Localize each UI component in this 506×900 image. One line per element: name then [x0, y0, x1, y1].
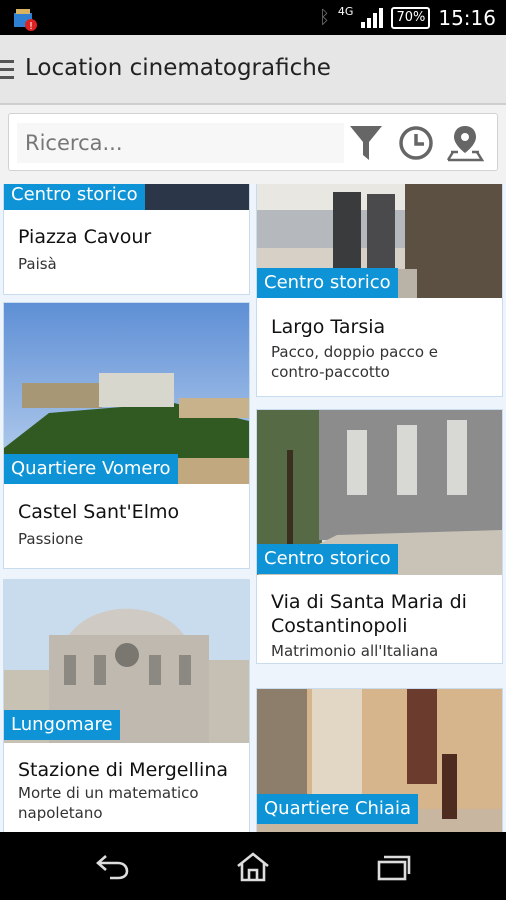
category-badge: Centro storico — [257, 544, 398, 574]
svg-text:!: ! — [29, 21, 33, 31]
action-bar: Location cinematografiche — [0, 35, 506, 105]
location-title: Via di Santa Maria di Costantinopoli — [271, 591, 467, 637]
film-title: Matrimonio all'Italiana — [271, 642, 439, 660]
recent-apps-icon[interactable] — [375, 852, 411, 882]
category-badge: Quartiere Vomero — [4, 454, 178, 484]
status-clock: 15:16 — [438, 5, 496, 30]
location-card[interactable]: Quartiere Vomero Castel Sant'Elmo Passio… — [4, 303, 249, 568]
location-card[interactable]: Quartiere Chiaia — [257, 689, 502, 832]
location-card[interactable]: Lungomare Stazione di Mergellina Morte d… — [4, 580, 249, 832]
location-feed[interactable]: Centro storico Piazza Cavour Paisà Quart… — [0, 184, 506, 832]
location-card[interactable]: Centro storico Piazza Cavour Paisà — [4, 184, 249, 294]
location-title: Largo Tarsia — [271, 316, 386, 338]
location-title: Piazza Cavour — [18, 226, 152, 248]
filter-funnel-icon[interactable] — [347, 124, 385, 162]
app-notification-icon: ! — [14, 9, 37, 31]
category-badge: Lungomare — [4, 710, 120, 740]
hamburger-icon[interactable] — [0, 60, 14, 80]
category-badge: Centro storico — [4, 184, 145, 210]
battery-indicator: 70% — [391, 6, 431, 29]
search-input[interactable] — [17, 123, 344, 163]
signal-icon — [361, 7, 384, 28]
film-title: Passione — [18, 530, 84, 548]
category-badge: Quartiere Chiaia — [257, 794, 418, 824]
category-badge: Centro storico — [257, 268, 398, 298]
network-type: 4G — [337, 5, 354, 18]
map-pin-icon[interactable] — [446, 124, 484, 162]
navigation-bar — [0, 832, 506, 900]
clock-icon[interactable] — [397, 124, 435, 162]
film-title: Pacco, doppio pacco e contro-paccotto — [271, 343, 439, 381]
back-arrow-icon[interactable] — [94, 852, 130, 882]
home-icon[interactable] — [235, 852, 271, 882]
page-title: Location cinematografiche — [25, 55, 331, 81]
location-title: Stazione di Mergellina — [18, 759, 229, 781]
film-title: Paisà — [18, 255, 57, 273]
film-title: Morte di un matematico napoletano — [18, 784, 199, 822]
status-bar: ! ᛒ 4G 70% 15:16 — [0, 0, 506, 35]
location-title: Castel Sant'Elmo — [18, 501, 180, 523]
location-card[interactable]: Centro storico Largo Tarsia Pacco, doppi… — [257, 184, 502, 396]
location-card[interactable]: Centro storico Via di Santa Maria di Cos… — [257, 410, 502, 663]
search-card — [8, 113, 498, 171]
bluetooth-icon: ᛒ — [319, 7, 330, 28]
